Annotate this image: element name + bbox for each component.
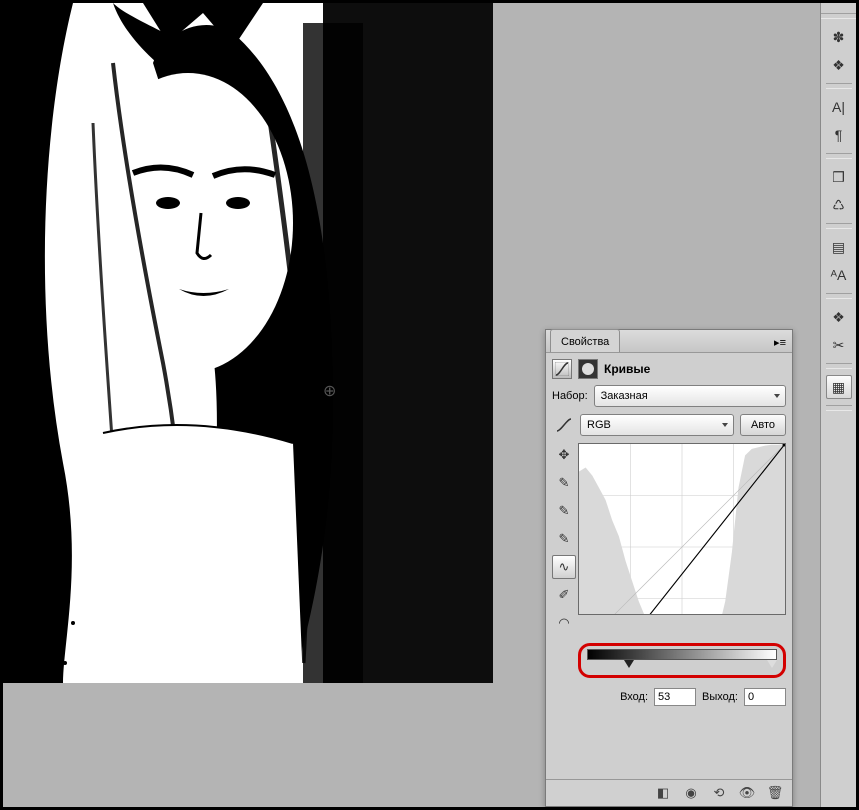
character-icon[interactable]: A| [826, 95, 852, 119]
mask-icon [578, 359, 598, 379]
swatches-icon[interactable]: ❖ [826, 53, 852, 77]
adjustments-icon[interactable]: ✂ [826, 333, 852, 357]
channel-icon[interactable] [552, 413, 576, 437]
black-point-icon[interactable]: ✎ [552, 471, 576, 495]
visibility-icon[interactable]: 👁 [738, 784, 756, 802]
clip-layer-icon[interactable]: ◧ [654, 784, 672, 802]
delete-icon[interactable]: 🗑 [766, 784, 784, 802]
crosshair-cursor: ⊕ [323, 381, 336, 401]
right-panel-dock: ✽ ❖ A| ¶ ❒ ♺ ▤ ᴬA ❖ ✂ ▦ [820, 3, 856, 807]
output-label: Выход: [702, 691, 738, 703]
channel-select[interactable]: RGB [580, 414, 734, 436]
reset-icon[interactable]: ⟲ [710, 784, 728, 802]
document-image [3, 3, 493, 683]
curves-icon [552, 359, 572, 379]
preset-select[interactable]: Заказная [594, 385, 786, 407]
curves-graph[interactable] [578, 443, 786, 615]
target-tool-icon[interactable]: ✥ [552, 443, 576, 467]
output-field[interactable] [744, 688, 786, 706]
clone-source-icon[interactable]: ♺ [826, 193, 852, 217]
auto-button[interactable]: Авто [740, 414, 786, 436]
layer-comps-icon[interactable]: ▤ [826, 235, 852, 259]
pencil-tool-icon[interactable]: ✐ [552, 583, 576, 607]
tab-properties[interactable]: Свойства [550, 329, 620, 352]
layers-icon[interactable]: ❖ [826, 305, 852, 329]
tab-label: Свойства [561, 336, 609, 348]
properties-panel: Свойства ▸≡ Кривые Набор: Заказная [545, 329, 793, 807]
input-field[interactable] [654, 688, 696, 706]
auto-button-label: Авто [751, 419, 775, 431]
black-point-slider[interactable] [624, 660, 634, 668]
white-point-slider[interactable] [767, 660, 777, 668]
channel-value: RGB [587, 419, 611, 431]
preset-value: Заказная [601, 390, 648, 402]
canvas-area[interactable]: ⊕ [3, 3, 493, 683]
preset-label: Набор: [552, 390, 588, 402]
properties-icon[interactable]: ▦ [826, 375, 852, 399]
input-label: Вход: [620, 691, 648, 703]
paragraph-icon[interactable]: ¶ [826, 123, 852, 147]
smooth-tool-icon[interactable]: ◠ [552, 611, 576, 635]
char-styles-icon[interactable]: ᴬA [826, 263, 852, 287]
view-previous-icon[interactable]: ◉ [682, 784, 700, 802]
input-gradient-highlight [578, 643, 786, 678]
curve-tool-icon[interactable]: ∿ [552, 555, 576, 579]
input-gradient-bar[interactable] [587, 649, 777, 660]
3d-icon[interactable]: ❒ [826, 165, 852, 189]
panel-menu-icon[interactable]: ▸≡ [774, 332, 786, 352]
white-point-icon[interactable]: ✎ [552, 527, 576, 551]
brushes-icon[interactable]: ✽ [826, 25, 852, 49]
panel-title: Кривые [604, 362, 650, 376]
gray-point-icon[interactable]: ✎ [552, 499, 576, 523]
